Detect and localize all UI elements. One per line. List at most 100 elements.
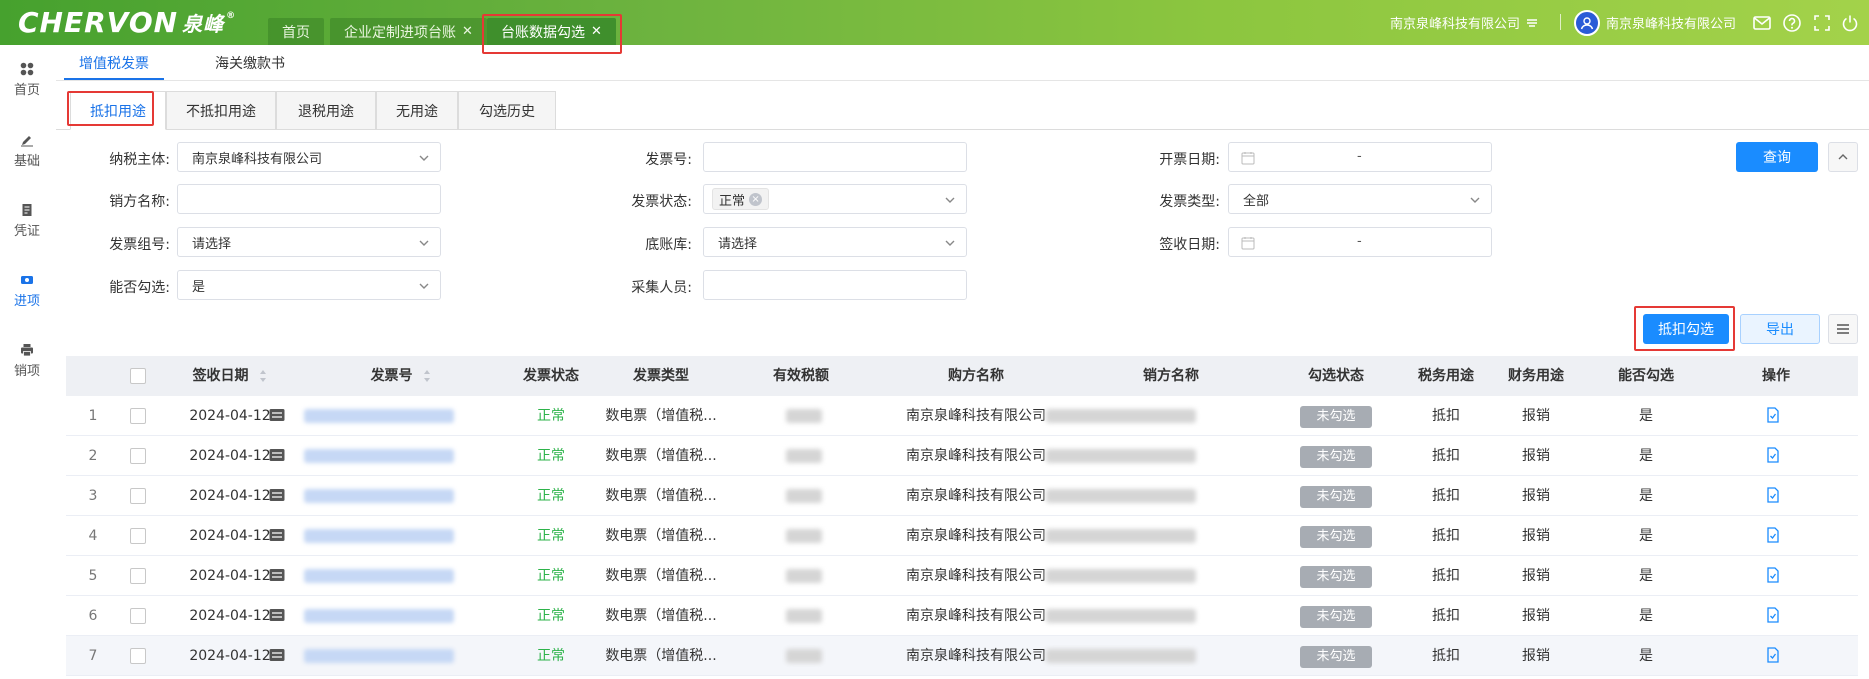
table-row[interactable]: 5 2024-04-12 正常 数电票（增值税... 南京泉峰科技有限公司 未勾…	[66, 556, 1858, 596]
invoice-icon[interactable]	[269, 648, 285, 662]
can-check-select[interactable]: 是	[177, 270, 441, 300]
tax-use-cell: 抵扣	[1432, 408, 1460, 424]
col-sign-date[interactable]: 签收日期	[170, 356, 290, 396]
invoice-icon[interactable]	[269, 408, 285, 422]
invoice-icon[interactable]	[269, 568, 285, 582]
invoice-no-cell-redacted[interactable]	[304, 649, 454, 663]
date-separator: -	[1357, 149, 1362, 164]
sidebar-item-home[interactable]: 首页	[0, 62, 54, 106]
view-document-icon[interactable]	[1766, 607, 1780, 623]
user-menu[interactable]: 南京泉峰科技有限公司	[1574, 0, 1736, 45]
view-document-icon[interactable]	[1766, 567, 1780, 583]
select-all-checkbox[interactable]	[130, 368, 146, 384]
table-row[interactable]: 2 2024-04-12 正常 数电票（增值税... 南京泉峰科技有限公司 未勾…	[66, 436, 1858, 476]
tab-home[interactable]: 首页	[268, 18, 324, 45]
collapse-button[interactable]	[1828, 142, 1858, 172]
query-button-label: 查询	[1763, 150, 1791, 166]
row-checkbox[interactable]	[130, 608, 146, 624]
sidebar-item-label: 销项	[13, 364, 40, 379]
collector-input[interactable]	[703, 270, 967, 300]
valid-tax-cell-redacted	[786, 649, 822, 663]
row-checkbox[interactable]	[130, 488, 146, 504]
export-button[interactable]: 导出	[1740, 314, 1820, 344]
table-row[interactable]: 4 2024-04-12 正常 数电票（增值税... 南京泉峰科技有限公司 未勾…	[66, 516, 1858, 556]
sidebar-item-voucher[interactable]: 凭证	[0, 203, 54, 247]
tab-enterprise-ledger[interactable]: 企业定制进项台账 ✕	[330, 18, 487, 45]
table-row[interactable]: 7 2024-04-12 正常 数电票（增值税... 南京泉峰科技有限公司 未勾…	[66, 636, 1858, 676]
sidebar-item-input[interactable]: 进项	[0, 273, 54, 317]
valid-tax-cell-redacted	[786, 569, 822, 583]
date-separator: -	[1357, 234, 1362, 249]
tab-refund-purpose[interactable]: 退税用途	[276, 91, 376, 130]
row-checkbox[interactable]	[130, 648, 146, 664]
power-icon[interactable]	[1840, 13, 1860, 33]
highlight-box-tab	[482, 14, 622, 54]
invoice-no-input[interactable]	[703, 142, 967, 172]
invoice-group-select[interactable]: 请选择	[177, 227, 441, 257]
finance-use-cell: 报销	[1522, 408, 1550, 424]
tag-close-icon[interactable]: ×	[749, 192, 763, 206]
table-header: 签收日期 发票号 发票状态 发票类型 有效税额 购方名称 销方名称 勾选状态 税…	[66, 356, 1858, 396]
row-checkbox[interactable]	[130, 408, 146, 424]
tab-non-deduct-purpose[interactable]: 不抵扣用途	[166, 91, 276, 130]
tab-check-history[interactable]: 勾选历史	[458, 91, 556, 130]
invoice-no-cell-redacted[interactable]	[304, 409, 454, 423]
sort-icon[interactable]	[423, 369, 431, 383]
finance-use-cell: 报销	[1522, 568, 1550, 584]
invoice-no-cell-redacted[interactable]	[304, 569, 454, 583]
col-valid-tax: 有效税额	[773, 368, 829, 384]
mail-icon[interactable]	[1752, 13, 1772, 33]
sidebar-item-basic[interactable]: 基础	[0, 133, 54, 177]
view-document-icon[interactable]	[1766, 647, 1780, 663]
seller-name-input[interactable]	[177, 184, 441, 214]
taxpayer-select[interactable]: 南京泉峰科技有限公司	[177, 142, 441, 172]
invoice-status-select[interactable]: 正常 ×	[703, 184, 967, 214]
query-button[interactable]: 查询	[1736, 142, 1818, 172]
org-selector[interactable]: 南京泉峰科技有限公司	[1390, 0, 1539, 45]
row-checkbox[interactable]	[130, 568, 146, 584]
invoice-icon[interactable]	[269, 448, 285, 462]
base-ledger-select[interactable]: 请选择	[703, 227, 967, 257]
finance-use-cell: 报销	[1522, 528, 1550, 544]
invoice-no-cell-redacted[interactable]	[304, 529, 454, 543]
status-tag[interactable]: 正常 ×	[712, 188, 770, 210]
subtab-customs-payment[interactable]: 海关缴款书	[200, 53, 300, 81]
table-row[interactable]: 1 2024-04-12 正常 数电票（增值税... 南京泉峰科技有限公司 未勾…	[66, 396, 1858, 436]
sidebar: 首页 基础 凭证 进项 销项	[0, 45, 54, 679]
table-row[interactable]: 6 2024-04-12 正常 数电票（增值税... 南京泉峰科技有限公司 未勾…	[66, 596, 1858, 636]
help-icon[interactable]	[1782, 13, 1802, 33]
tab-no-purpose[interactable]: 无用途	[376, 91, 458, 130]
view-document-icon[interactable]	[1766, 447, 1780, 463]
invoice-type-select[interactable]: 全部	[1228, 184, 1492, 214]
subtab-vat-invoice[interactable]: 增值税发票	[64, 53, 164, 81]
view-document-icon[interactable]	[1766, 527, 1780, 543]
table-row[interactable]: 3 2024-04-12 正常 数电票（增值税... 南京泉峰科技有限公司 未勾…	[66, 476, 1858, 516]
sign-date-range[interactable]: -	[1228, 227, 1492, 257]
sidebar-item-output[interactable]: 销项	[0, 343, 54, 387]
col-invoice-no[interactable]: 发票号	[296, 356, 506, 396]
view-document-icon[interactable]	[1766, 407, 1780, 423]
invoice-icon[interactable]	[269, 528, 285, 542]
column-settings-button[interactable]	[1828, 314, 1858, 344]
taxpayer-label: 纳税主体:	[109, 152, 170, 168]
fullscreen-icon[interactable]	[1812, 13, 1832, 33]
issue-date-range[interactable]: -	[1228, 142, 1492, 172]
invoice-icon[interactable]	[269, 608, 285, 622]
chervon-logo[interactable]: CHERVON 泉峰 ®	[18, 6, 236, 39]
finance-use-cell: 报销	[1522, 608, 1550, 624]
invoice-no-cell-redacted[interactable]	[304, 489, 454, 503]
subtab-active-indicator	[64, 78, 164, 80]
sort-icon[interactable]	[259, 369, 267, 383]
valid-tax-cell-redacted	[786, 409, 822, 423]
invoice-no-cell-redacted[interactable]	[304, 449, 454, 463]
row-checkbox[interactable]	[130, 448, 146, 464]
row-checkbox[interactable]	[130, 528, 146, 544]
tab-label: 企业定制进项台账	[344, 24, 456, 41]
seller-name-cell-redacted	[1046, 529, 1196, 543]
seller-name-cell-redacted	[1046, 409, 1196, 423]
view-document-icon[interactable]	[1766, 487, 1780, 503]
invoice-no-cell-redacted[interactable]	[304, 609, 454, 623]
check-status-cell: 未勾选	[1256, 516, 1416, 556]
invoice-icon[interactable]	[269, 488, 285, 502]
close-icon[interactable]: ✕	[462, 24, 473, 39]
